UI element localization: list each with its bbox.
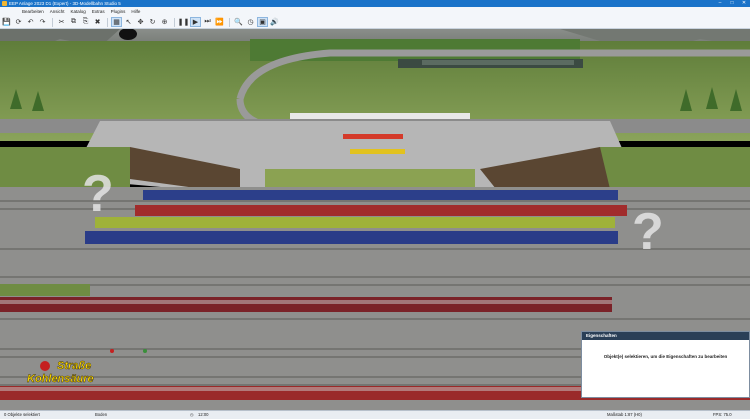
menu-hilfe[interactable]: Hilfe (131, 9, 140, 14)
clock-icon: ◷ (190, 412, 194, 417)
bus-yellow (350, 149, 405, 154)
rotate-tool-icon[interactable]: ↻ (147, 17, 158, 27)
properties-panel: Eigenschaften Objekt(e) selektieren, um … (581, 331, 750, 398)
properties-message: Objekt(e) selektieren, um die Eigenschaf… (603, 354, 728, 359)
save-icon[interactable]: 💾 (1, 17, 12, 27)
status-bar: 0 Objekte selektiert Boden ◷ 12:00 Maßst… (0, 410, 750, 419)
title-bar: EEP Anlage 2023 D1 (Expert) - 3D-Modellb… (0, 0, 750, 7)
rotate-icon[interactable]: ⟳ (13, 17, 24, 27)
delete-icon[interactable]: ✖ (92, 17, 103, 27)
menu-bearbeiten[interactable]: Bearbeiten (22, 9, 44, 14)
bus-red (343, 134, 403, 139)
menu-ansicht[interactable]: Ansicht (50, 9, 65, 14)
menu-bar: Bearbeiten Ansicht Katalog Extras Plugin… (0, 7, 750, 29)
menu-list: Bearbeiten Ansicht Katalog Extras Plugin… (0, 7, 750, 16)
crosshair-icon[interactable]: ⊕ (159, 17, 170, 27)
marker-icon (40, 361, 50, 371)
status-layer: Boden (95, 412, 108, 417)
zoom-icon[interactable]: 🔍 (233, 17, 244, 27)
toolbar-separator (107, 17, 108, 27)
status-fps: FPS: 75.0 (713, 412, 732, 417)
question-mark-icon: ? (632, 203, 664, 261)
menu-katalog[interactable]: Katalog (71, 9, 86, 14)
undo-icon[interactable]: ↶ (25, 17, 36, 27)
menu-plugins[interactable]: Plugins (111, 9, 126, 14)
minimize-icon[interactable]: – (714, 0, 726, 7)
status-time: 12:00 (198, 412, 209, 417)
marker-icon (110, 349, 114, 353)
status-selected: 0 Objekte selektiert (4, 412, 40, 417)
maximize-icon[interactable]: □ (726, 0, 738, 7)
sound-icon[interactable]: 🔊 (269, 17, 280, 27)
close-icon[interactable]: ✕ (738, 0, 750, 7)
sign-label-2: Kohlensäure (27, 373, 94, 385)
grass-right (600, 147, 750, 192)
sign-label-1: Straße (57, 360, 91, 372)
marker-icon (143, 349, 147, 353)
step-icon[interactable]: ⏭ (202, 17, 213, 27)
toolbar-separator (52, 17, 53, 27)
select-icon[interactable]: ▦ (111, 17, 122, 27)
train-blue-1 (143, 190, 618, 200)
move-icon[interactable]: ✥ (135, 17, 146, 27)
redo-icon[interactable]: ↷ (37, 17, 48, 27)
train-lower-red (0, 297, 612, 312)
pause-icon[interactable]: ❚❚ (178, 17, 190, 27)
paste-icon[interactable]: ⎘ (80, 17, 91, 27)
window-title: EEP Anlage 2023 D1 (Expert) - 3D-Modellb… (9, 1, 121, 6)
toolbar-separator (229, 17, 230, 27)
grass-patch (0, 284, 90, 296)
menu-extras[interactable]: Extras (92, 9, 105, 14)
train-blue-2 (85, 231, 618, 244)
window-controls: – □ ✕ (714, 0, 750, 7)
properties-title: Eigenschaften (582, 332, 749, 340)
train-red (135, 205, 627, 216)
question-mark-icon: ? (82, 165, 114, 223)
tram (290, 113, 470, 119)
train-windows (0, 300, 612, 304)
pointer-icon[interactable]: ↖ (123, 17, 134, 27)
status-scale: Maßstab 1:87 (H0) (607, 412, 642, 417)
play-icon[interactable]: ▶ (190, 17, 201, 27)
fast-forward-icon[interactable]: ⏩ (214, 17, 225, 27)
train-green (95, 217, 615, 228)
clock-icon[interactable]: ◷ (245, 17, 256, 27)
app-icon (2, 1, 7, 6)
toolbar: 💾 ⟳ ↶ ↷ ✂ ⧉ ⎘ ✖ ▦ ↖ ✥ ↻ ⊕ ❚❚ ▶ ⏭ ⏩ 🔍 ◷ ▣… (0, 16, 281, 28)
toolbar-separator (174, 17, 175, 27)
view-icon[interactable]: ▣ (257, 17, 268, 27)
cut-icon[interactable]: ✂ (56, 17, 67, 27)
copy-icon[interactable]: ⧉ (68, 17, 79, 27)
train-windows (422, 60, 574, 65)
